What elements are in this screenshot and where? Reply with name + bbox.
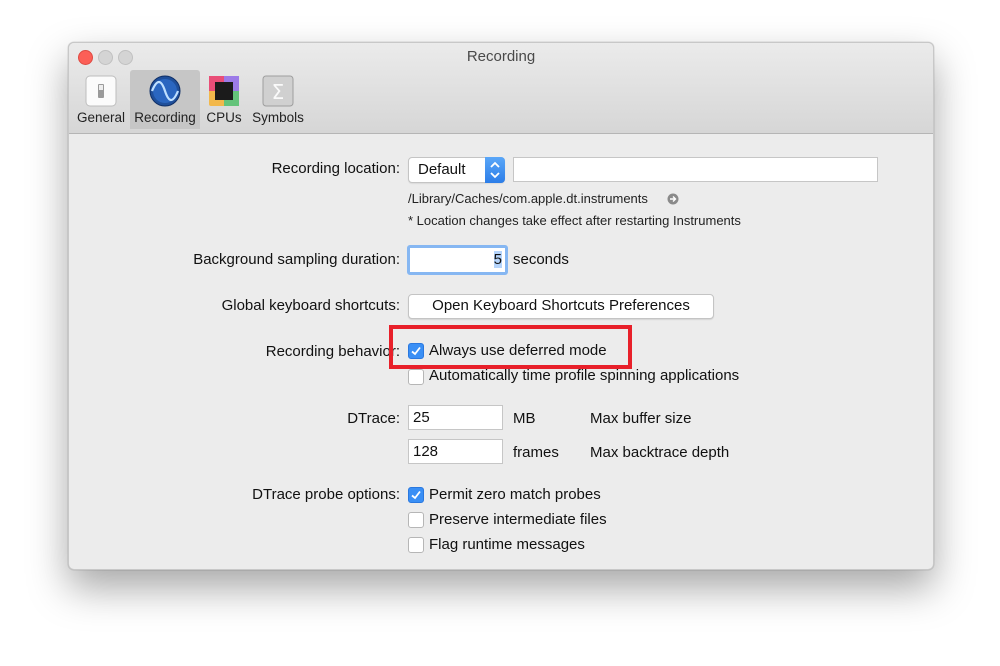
tab-symbols[interactable]: Σ Symbols	[250, 70, 306, 129]
waveform-icon	[149, 75, 181, 107]
tab-symbols-label: Symbols	[252, 110, 304, 125]
background-sampling-value: 5	[493, 251, 502, 268]
dtrace-buffer-unit: MB	[513, 410, 536, 427]
tab-cpus-label: CPUs	[206, 110, 242, 125]
recording-behavior-label: Recording behavior:	[265, 343, 400, 360]
preferences-window: Recording General Recording CPUs Σ Symbo…	[68, 42, 934, 570]
dtrace-depth-desc: Max backtrace depth	[590, 444, 730, 461]
permit-zero-match-label: Permit zero match probes	[429, 486, 601, 503]
window-title: Recording	[466, 48, 536, 65]
background-sampling-field[interactable]: 5	[407, 245, 508, 275]
sigma-icon: Σ	[262, 75, 294, 107]
recording-location-popup[interactable]: Default	[408, 157, 505, 183]
probe-options-label: DTrace probe options:	[252, 486, 400, 503]
background-sampling-label: Background sampling duration:	[193, 251, 400, 268]
checkmark-icon	[411, 490, 421, 500]
tab-recording[interactable]: Recording	[130, 70, 200, 129]
time-profile-spinning-checkbox[interactable]	[408, 369, 424, 385]
preserve-intermediate-label: Preserve intermediate files	[429, 511, 607, 528]
dtrace-buffer-field[interactable]: 25	[408, 405, 503, 430]
preserve-intermediate-checkbox[interactable]	[408, 512, 424, 528]
popup-arrows-icon	[485, 157, 505, 183]
tab-cpus[interactable]: CPUs	[204, 70, 244, 129]
dtrace-label: DTrace:	[347, 410, 400, 427]
background-sampling-unit: seconds	[513, 251, 569, 268]
flag-runtime-label: Flag runtime messages	[429, 536, 585, 553]
highlight-box	[389, 325, 632, 369]
flag-runtime-checkbox[interactable]	[408, 537, 424, 553]
dtrace-depth-unit: frames	[513, 444, 559, 461]
recording-location-label: Recording location:	[271, 160, 400, 177]
recording-location-note: * Location changes take effect after res…	[408, 213, 741, 228]
recording-location-path-field[interactable]	[513, 157, 878, 182]
dtrace-buffer-desc: Max buffer size	[590, 410, 692, 427]
tab-general[interactable]: General	[75, 70, 127, 129]
dtrace-depth-value: 128	[413, 443, 439, 460]
titlebar-toolbar: Recording General Recording CPUs Σ Symbo…	[69, 43, 933, 134]
cpu-chip-icon	[208, 75, 240, 107]
reveal-arrow-icon[interactable]	[667, 192, 679, 210]
svg-text:Σ: Σ	[272, 80, 285, 104]
keyboard-shortcuts-label: Global keyboard shortcuts:	[221, 297, 400, 314]
time-profile-spinning-label: Automatically time profile spinning appl…	[429, 367, 740, 384]
dtrace-depth-field[interactable]: 128	[408, 439, 503, 464]
open-keyboard-shortcuts-button[interactable]: Open Keyboard Shortcuts Preferences	[408, 294, 714, 319]
tab-recording-label: Recording	[134, 110, 196, 125]
tab-general-label: General	[76, 110, 126, 125]
recording-location-value: Default	[418, 161, 466, 178]
general-switch-icon	[85, 75, 117, 107]
recording-location-path: /Library/Caches/com.apple.dt.instruments	[408, 191, 648, 206]
dtrace-buffer-value: 25	[413, 409, 430, 426]
permit-zero-match-checkbox[interactable]	[408, 487, 424, 503]
